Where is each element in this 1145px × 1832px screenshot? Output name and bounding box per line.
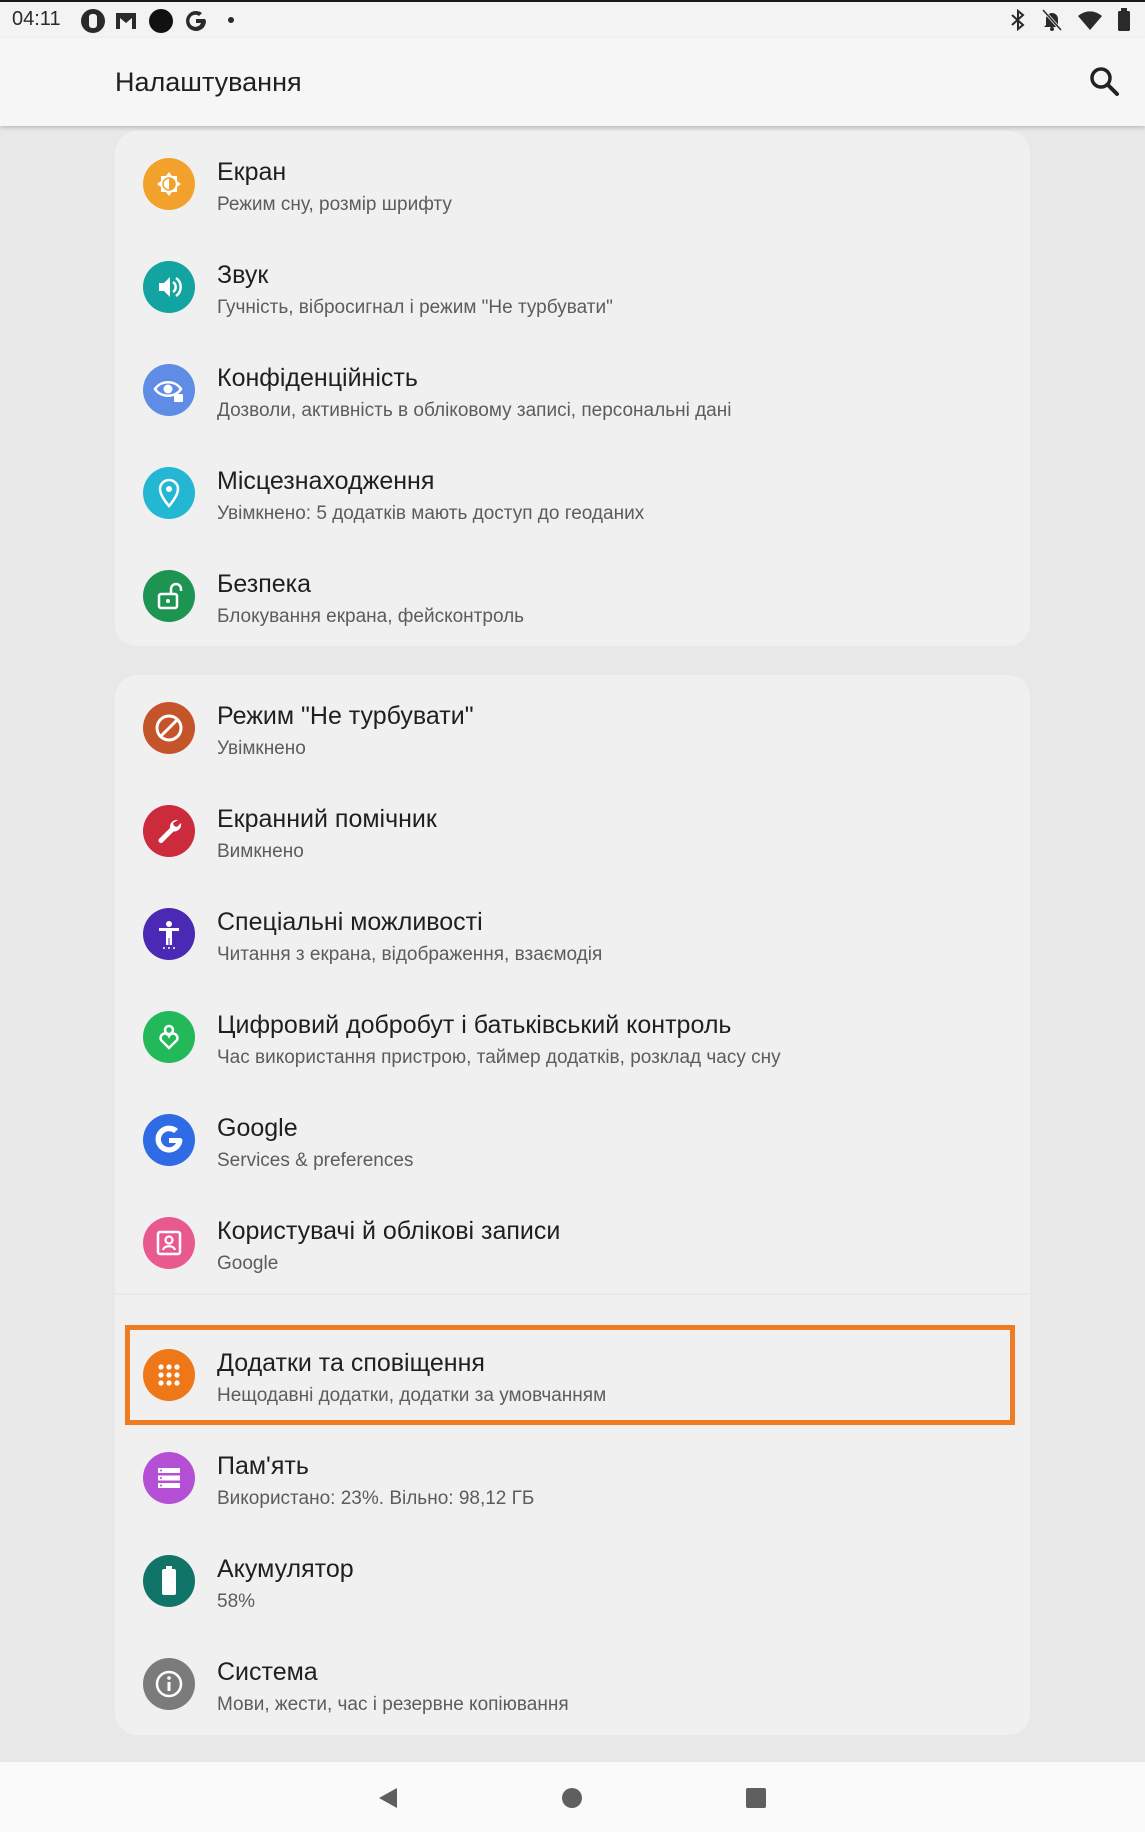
settings-item-battery[interactable]: Акумулятор 58% xyxy=(115,1528,1030,1631)
gmail-icon xyxy=(113,8,139,39)
item-subtitle: Дозволи, активність в обліковому записі,… xyxy=(217,400,732,421)
notifications-off-icon xyxy=(1041,8,1063,37)
google-g-icon xyxy=(143,1114,195,1166)
item-title: Система xyxy=(217,1658,318,1686)
battery-icon xyxy=(143,1555,195,1607)
settings-item-google[interactable]: Google Services & preferences xyxy=(115,1087,1030,1190)
item-title: Безпека xyxy=(217,570,312,598)
back-icon xyxy=(379,1788,397,1808)
item-subtitle: Нещодавні додатки, додатки за умовчанням xyxy=(217,1385,607,1406)
notification-icon xyxy=(80,8,106,39)
item-subtitle: Читання з екрана, відображення, взаємоді… xyxy=(217,944,603,965)
item-subtitle: Вимкнено xyxy=(217,841,304,862)
item-title: Користувачі й облікові записи xyxy=(217,1217,561,1245)
settings-item-screen-assistant[interactable]: Екранний помічник Вимкнено xyxy=(115,778,1030,881)
unlock-icon xyxy=(143,570,195,622)
item-subtitle: Services & preferences xyxy=(217,1150,414,1171)
back-button[interactable] xyxy=(370,1780,406,1816)
recents-button[interactable] xyxy=(738,1780,774,1816)
item-title: Пам'ять xyxy=(217,1452,309,1480)
settings-item-storage[interactable]: Пам'ять Використано: 23%. Вільно: 98,12 … xyxy=(115,1425,1030,1528)
settings-item-do-not-disturb[interactable]: Режим "Не турбувати" Увімкнено xyxy=(115,675,1030,778)
settings-item-display[interactable]: Екран Режим сну, розмір шрифту xyxy=(115,131,1030,234)
item-subtitle: Час використання пристрою, таймер додатк… xyxy=(217,1047,781,1068)
info-icon xyxy=(143,1658,195,1710)
account-icon xyxy=(143,1217,195,1269)
accessibility-icon xyxy=(143,908,195,960)
page-title: Налаштування xyxy=(115,67,302,97)
item-subtitle: Блокування екрана, фейсконтроль xyxy=(217,606,525,627)
app-bar: Налаштування xyxy=(0,38,1145,126)
item-subtitle: Увімкнено xyxy=(217,738,306,759)
google-icon xyxy=(183,8,209,39)
privacy-eye-icon xyxy=(143,364,195,416)
settings-item-apps-notifications[interactable]: Додатки та сповіщення Нещодавні додатки,… xyxy=(115,1322,1030,1425)
search-button[interactable] xyxy=(1085,62,1125,102)
settings-group-2: Режим "Не турбувати" Увімкнено Екранний … xyxy=(115,675,1030,1293)
status-bar: 04:11 xyxy=(0,0,1145,38)
apps-grid-icon xyxy=(143,1349,195,1401)
item-subtitle: Google xyxy=(217,1253,279,1274)
status-time: 04:11 xyxy=(12,8,61,30)
wrench-icon xyxy=(143,805,195,857)
do-not-disturb-icon xyxy=(143,702,195,754)
item-subtitle: Режим сну, розмір шрифту xyxy=(217,194,452,215)
circle-icon xyxy=(148,8,174,39)
navigation-bar xyxy=(0,1762,1145,1832)
settings-item-system[interactable]: Система Мови, жести, час і резервне копі… xyxy=(115,1631,1030,1734)
settings-item-accessibility[interactable]: Спеціальні можливості Читання з екрана, … xyxy=(115,881,1030,984)
item-title: Конфіденційність xyxy=(217,364,418,392)
storage-icon xyxy=(143,1452,195,1504)
item-title: Цифровий добробут і батьківський контрол… xyxy=(217,1011,732,1039)
settings-item-security[interactable]: Безпека Блокування екрана, фейсконтроль xyxy=(115,543,1030,646)
item-title: Місцезнаходження xyxy=(217,467,435,495)
item-title: Google xyxy=(217,1114,298,1142)
item-subtitle: Гучність, вібросигнал і режим "Не турбув… xyxy=(217,297,613,318)
item-subtitle: 58% xyxy=(217,1591,256,1612)
item-title: Акумулятор xyxy=(217,1555,354,1583)
home-icon xyxy=(562,1788,582,1808)
settings-item-location[interactable]: Місцезнаходження Увімкнено: 5 додатків м… xyxy=(115,440,1030,543)
bluetooth-icon xyxy=(1009,8,1027,37)
item-title: Режим "Не турбувати" xyxy=(217,702,474,730)
item-subtitle: Використано: 23%. Вільно: 98,12 ГБ xyxy=(217,1488,535,1509)
item-subtitle: Увімкнено: 5 додатків мають доступ до ге… xyxy=(217,503,645,524)
item-title: Екран xyxy=(217,158,287,186)
wellbeing-heart-icon xyxy=(143,1011,195,1063)
brightness-icon xyxy=(143,158,195,210)
item-subtitle: Мови, жести, час і резервне копіювання xyxy=(217,1694,569,1715)
item-title: Звук xyxy=(217,261,269,289)
settings-item-digital-wellbeing[interactable]: Цифровий добробут і батьківський контрол… xyxy=(115,984,1030,1087)
volume-icon xyxy=(143,261,195,313)
item-title: Спеціальні можливості xyxy=(217,908,483,936)
home-button[interactable] xyxy=(554,1780,590,1816)
item-title: Екранний помічник xyxy=(217,805,437,833)
dot-icon xyxy=(226,12,236,30)
settings-item-users-accounts[interactable]: Користувачі й облікові записи Google xyxy=(115,1190,1030,1293)
settings-group-1: Екран Режим сну, розмір шрифту Звук Гучн… xyxy=(115,131,1030,646)
settings-item-sound[interactable]: Звук Гучність, вібросигнал і режим "Не т… xyxy=(115,234,1030,337)
recents-icon xyxy=(746,1788,766,1808)
search-icon xyxy=(1090,67,1119,96)
item-title: Додатки та сповіщення xyxy=(217,1349,485,1377)
wifi-icon xyxy=(1077,9,1103,36)
battery-icon xyxy=(1117,8,1131,37)
settings-group-3: Додатки та сповіщення Нещодавні додатки,… xyxy=(115,1295,1030,1735)
location-pin-icon xyxy=(143,467,195,519)
settings-item-privacy[interactable]: Конфіденційність Дозволи, активність в о… xyxy=(115,337,1030,440)
